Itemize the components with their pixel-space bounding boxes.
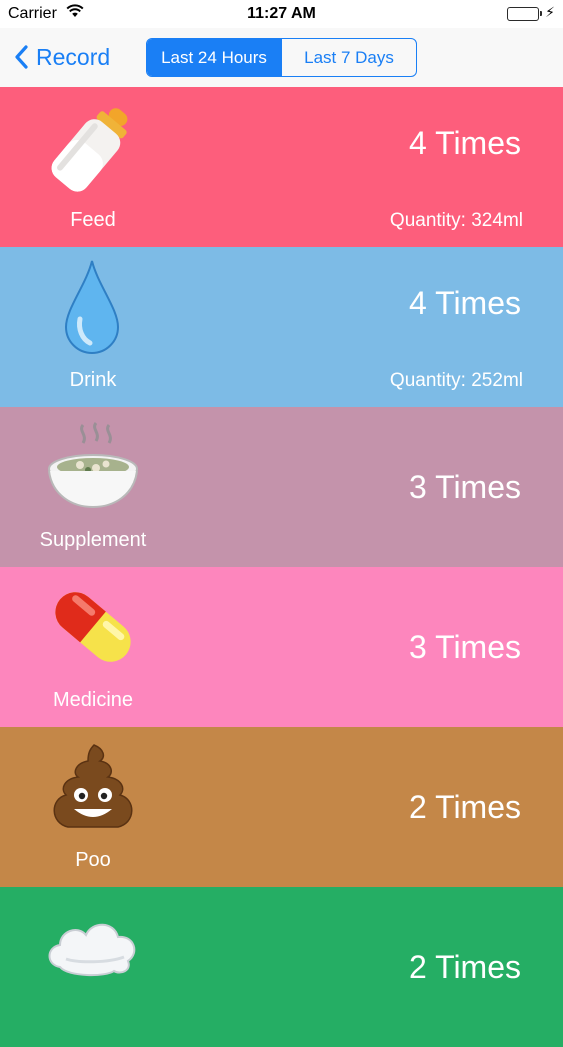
navigation-bar: Record Last 24 Hours Last 7 Days (0, 28, 563, 87)
row-count: 2 Times (408, 949, 521, 985)
chevron-left-icon (15, 45, 28, 69)
summary-row-supplement[interactable]: Supplement 3 Times (0, 407, 563, 567)
row-count: 3 Times (408, 469, 521, 505)
summary-row-drink[interactable]: Drink 4 Times Quantity: 252ml (0, 247, 563, 407)
row-count: 4 Times (408, 125, 521, 161)
soup-bowl-icon (38, 417, 148, 517)
water-drop-icon (38, 257, 148, 357)
pill-icon (38, 577, 148, 677)
row-label: Drink (69, 369, 117, 391)
status-bar: Carrier 11:27 AM ⚡ (0, 0, 563, 28)
baby-bottle-icon (38, 97, 148, 197)
record-summary-list: Feed 4 Times Quantity: 324ml Drink 4 Tim… (0, 87, 563, 1047)
poo-icon (38, 737, 148, 837)
row-count: 4 Times (408, 285, 521, 321)
segment-last-7-days[interactable]: Last 7 Days (281, 39, 416, 76)
time-range-segmented-control: Last 24 Hours Last 7 Days (146, 38, 417, 77)
cloud-icon (38, 897, 148, 997)
back-button[interactable]: Record (14, 40, 110, 74)
row-quantity: Quantity: 252ml (389, 370, 523, 391)
row-label: Feed (70, 209, 116, 231)
row-label: Supplement (39, 529, 147, 551)
summary-row-feed[interactable]: Feed 4 Times Quantity: 324ml (0, 87, 563, 247)
row-label: Medicine (52, 689, 134, 711)
row-quantity: Quantity: 324ml (389, 210, 523, 231)
charging-bolt-icon: ⚡ (545, 4, 555, 20)
segment-last-24-hours[interactable]: Last 24 Hours (147, 39, 281, 76)
battery-icon (507, 7, 542, 21)
row-count: 2 Times (408, 789, 521, 825)
row-count: 3 Times (408, 629, 521, 665)
summary-row-sleep[interactable]: 2 Times (0, 887, 563, 1047)
summary-row-poo[interactable]: Poo 2 Times (0, 727, 563, 887)
summary-row-medicine[interactable]: Medicine 3 Times (0, 567, 563, 727)
back-button-label: Record (36, 43, 111, 70)
row-label: Poo (75, 849, 111, 871)
status-time: 11:27 AM (247, 5, 316, 22)
